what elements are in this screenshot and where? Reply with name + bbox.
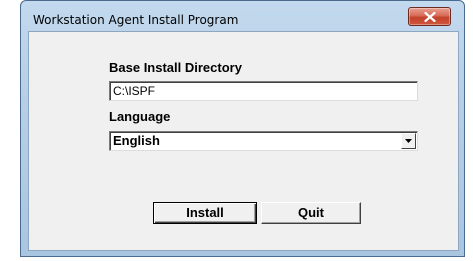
window-title: Workstation Agent Install Program xyxy=(33,13,239,27)
language-dropdown-button[interactable] xyxy=(401,133,416,149)
quit-button[interactable]: Quit xyxy=(261,202,361,224)
chevron-down-icon xyxy=(405,139,412,143)
dialog-window: Workstation Agent Install Program Base I… xyxy=(20,0,465,257)
language-selected-value: English xyxy=(113,133,160,148)
title-bar[interactable]: Workstation Agent Install Program xyxy=(21,1,464,27)
language-label: Language xyxy=(109,109,171,124)
base-install-directory-label: Base Install Directory xyxy=(109,60,242,75)
close-icon xyxy=(424,12,436,22)
close-button[interactable] xyxy=(408,7,451,26)
install-button[interactable]: Install xyxy=(153,202,257,224)
language-select[interactable]: English xyxy=(109,131,418,151)
dialog-content: Base Install Directory Language English … xyxy=(28,31,459,251)
base-install-directory-input[interactable] xyxy=(109,81,418,101)
